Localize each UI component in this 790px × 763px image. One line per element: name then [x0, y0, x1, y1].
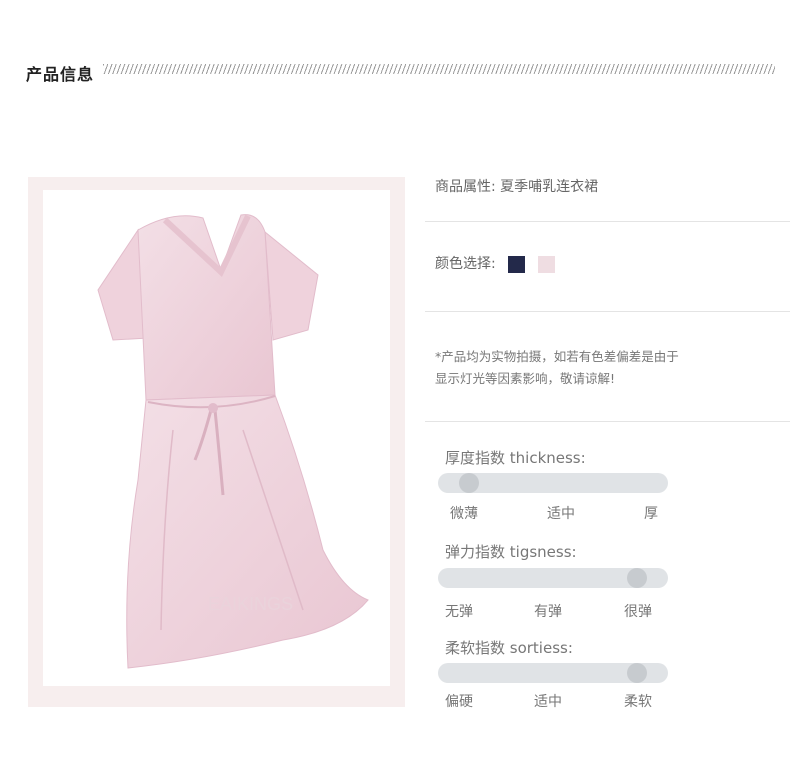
divider: [425, 421, 790, 422]
elasticity-knob: [627, 568, 647, 588]
elasticity-tick: 很弹: [624, 604, 652, 620]
thickness-tick: 微薄: [450, 506, 478, 522]
divider: [425, 221, 790, 222]
section-title: 产品信息: [26, 65, 95, 84]
softness-title: 柔软指数 sortiess:: [445, 639, 573, 657]
attribute-label: 商品属性:: [435, 179, 496, 195]
dotted-rule: [103, 64, 775, 74]
note-line: *产品均为实物拍摄，如若有色差偏差是由于: [435, 349, 679, 364]
attribute-value: 夏季哺乳连衣裙: [500, 179, 599, 195]
elasticity-tick: 无弹: [445, 604, 473, 620]
elasticity-tick: 有弹: [534, 604, 562, 620]
softness-tick: 柔软: [624, 694, 652, 710]
attribute-row: 商品属性: 夏季哺乳连衣裙: [435, 176, 598, 196]
thickness-knob: [459, 473, 479, 493]
thickness-tick: 厚: [644, 506, 658, 522]
watermark: EAIKINGS: [208, 594, 293, 614]
elasticity-track: [438, 568, 668, 588]
softness-tick: 偏硬: [445, 694, 473, 710]
product-photo: EAIKINGS: [43, 190, 390, 686]
softness-track: [438, 663, 668, 683]
thickness-title: 厚度指数 thickness:: [445, 449, 586, 467]
softness-tick: 适中: [534, 694, 562, 710]
softness-knob: [627, 663, 647, 683]
color-swatch-navy[interactable]: [508, 255, 526, 273]
color-row: 颜色选择:: [435, 253, 555, 273]
thickness-track: [438, 473, 668, 493]
photo-note: *产品均为实物拍摄，如若有色差偏差是由于 显示灯光等因素影响，敬请谅解!: [435, 346, 735, 390]
note-line: 显示灯光等因素影响，敬请谅解!: [435, 371, 616, 386]
dress-illustration: EAIKINGS: [97, 214, 369, 669]
color-swatch-pink[interactable]: [537, 255, 555, 273]
elasticity-title: 弹力指数 tigsness:: [445, 543, 577, 561]
color-label: 颜色选择:: [435, 256, 496, 272]
product-photo-frame: EAIKINGS: [28, 177, 405, 707]
divider: [425, 311, 790, 312]
thickness-tick: 适中: [547, 506, 575, 522]
